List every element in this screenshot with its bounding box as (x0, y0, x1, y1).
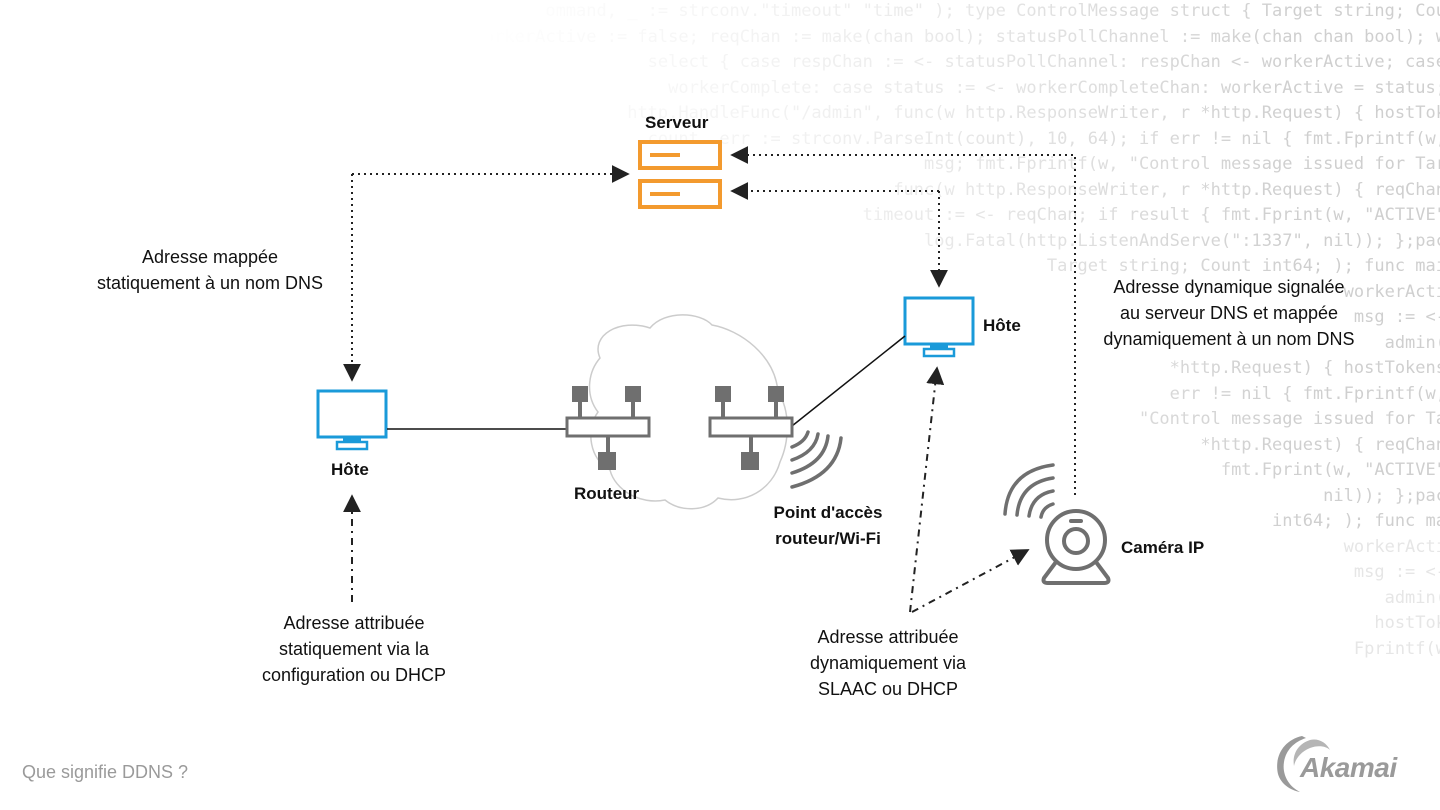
annotation-line: Adresse attribuée (817, 627, 959, 647)
access-point-label-line: routeur/Wi-Fi (775, 529, 881, 548)
access-point-label: Point d'accès routeur/Wi-Fi (774, 500, 883, 552)
arrow-dynamic-assign-camera (911, 549, 1030, 613)
router-label: Routeur (574, 484, 640, 503)
camera-wifi-icon (1003, 463, 1055, 519)
annotation-line: dynamiquement via (809, 653, 967, 673)
annotation-line: configuration ou DHCP (261, 665, 447, 685)
page-caption: Que signifie DDNS ? (22, 762, 189, 782)
camera-label: Caméra IP (1121, 538, 1205, 557)
wifi-signal-icon (790, 430, 843, 489)
host-right-monitor-icon (903, 296, 975, 358)
annotation-line: statiquement via la (278, 639, 430, 659)
access-point-icon (708, 386, 794, 470)
server-icon (638, 140, 722, 209)
host-left-label: Hôte (331, 460, 369, 479)
annotation-line: Adresse mappée (141, 247, 279, 267)
arrow-dynamic-assign-host (909, 366, 945, 613)
annotation-dynamic-assign: Adresse attribuée dynamiquement via SLAA… (810, 624, 966, 702)
annotation-line: au serveur DNS et mappée (1119, 303, 1339, 323)
router-icon (565, 386, 651, 470)
annotation-dynamic-dns: Adresse dynamique signalée au serveur DN… (1103, 274, 1354, 352)
annotation-static-dns: Adresse mappée statiquement à un nom DNS (97, 244, 323, 296)
ddns-diagram (316, 140, 1111, 613)
host-left-monitor-icon (316, 389, 388, 451)
annotation-line: SLAAC ou DHCP (817, 679, 959, 699)
akamai-logo-text: Akamai (1300, 752, 1397, 783)
access-point-label-line: Point d'accès (773, 503, 883, 522)
ip-camera-icon (1041, 509, 1111, 585)
annotation-line: Adresse attribuée (283, 613, 425, 633)
annotation-line: dynamiquement à un nom DNS (1103, 329, 1355, 349)
annotation-line: statiquement à un nom DNS (96, 273, 324, 293)
link-ap-host (791, 335, 906, 427)
host-right-label: Hôte (983, 316, 1021, 335)
cloud-shape (588, 314, 788, 510)
annotation-line: Adresse dynamique signalée (1113, 277, 1345, 297)
annotation-static-assign: Adresse attribuée statiquement via la co… (262, 610, 446, 688)
server-label: Serveur (645, 113, 709, 132)
